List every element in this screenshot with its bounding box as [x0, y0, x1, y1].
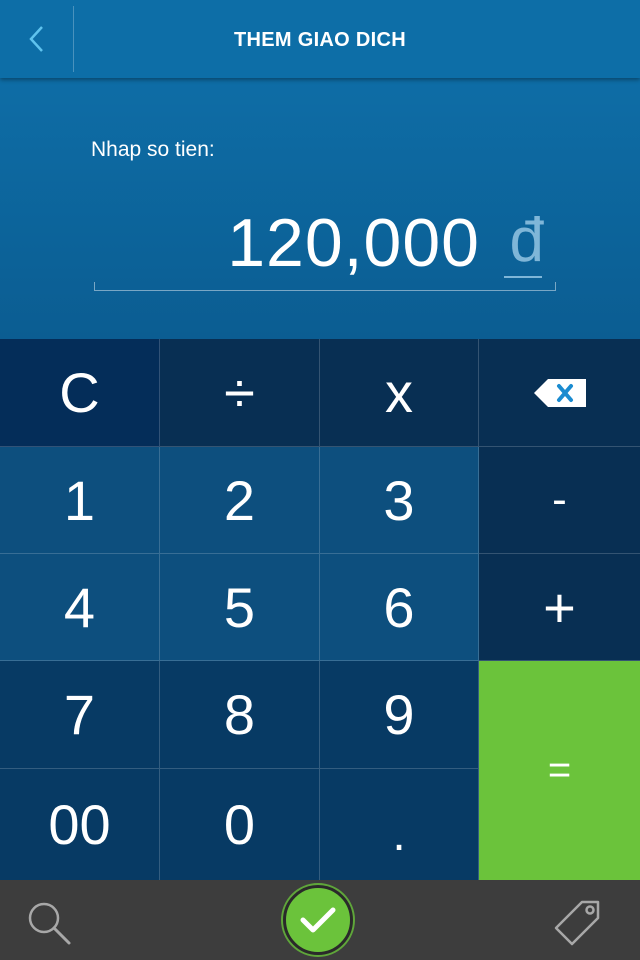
amount-label: Nhap so tien:: [91, 138, 215, 161]
plus-button[interactable]: +: [479, 554, 640, 661]
backspace-button[interactable]: [479, 339, 640, 447]
key-1[interactable]: 1: [0, 447, 160, 554]
key-2[interactable]: 2: [160, 447, 320, 554]
bottom-toolbar: [0, 880, 640, 960]
decimal-point-button[interactable]: .: [320, 769, 479, 880]
clear-button[interactable]: C: [0, 339, 160, 447]
search-icon: [28, 902, 71, 945]
amount-panel: Nhap so tien: 120,000 đ: [0, 78, 640, 339]
tag-icon: [554, 900, 600, 946]
confirm-button[interactable]: [283, 885, 353, 955]
chevron-left-icon: [29, 26, 43, 52]
backspace-icon: [533, 378, 586, 407]
currency-underline: [504, 276, 542, 278]
key-8[interactable]: 8: [160, 661, 320, 769]
key-9[interactable]: 9: [320, 661, 479, 769]
amount-value: 120,000: [227, 205, 480, 281]
key-6[interactable]: 6: [320, 554, 479, 661]
key-4[interactable]: 4: [0, 554, 160, 661]
currency-symbol: đ: [509, 206, 544, 275]
divide-button[interactable]: ÷: [160, 339, 320, 447]
key-7[interactable]: 7: [0, 661, 160, 769]
minus-button[interactable]: -: [479, 447, 640, 554]
page-title: THEM GIAO DICH: [234, 29, 406, 51]
search-button[interactable]: [26, 900, 72, 946]
calculator-keypad: C ÷ x 1 2 3 - 4 5 6 + 7 8 9 = 00 0 .: [0, 339, 640, 880]
key-5[interactable]: 5: [160, 554, 320, 661]
app-header: THEM GIAO DICH: [0, 0, 640, 78]
key-0[interactable]: 0: [160, 769, 320, 880]
key-3[interactable]: 3: [320, 447, 479, 554]
key-00[interactable]: 00: [0, 769, 160, 880]
equals-button[interactable]: =: [479, 661, 640, 880]
amount-underline: [94, 282, 556, 291]
amount-field[interactable]: 120,000 đ: [94, 196, 556, 291]
checkmark-icon: [300, 907, 336, 933]
multiply-button[interactable]: x: [320, 339, 479, 447]
back-button[interactable]: [0, 0, 74, 78]
tag-button[interactable]: [552, 896, 604, 948]
